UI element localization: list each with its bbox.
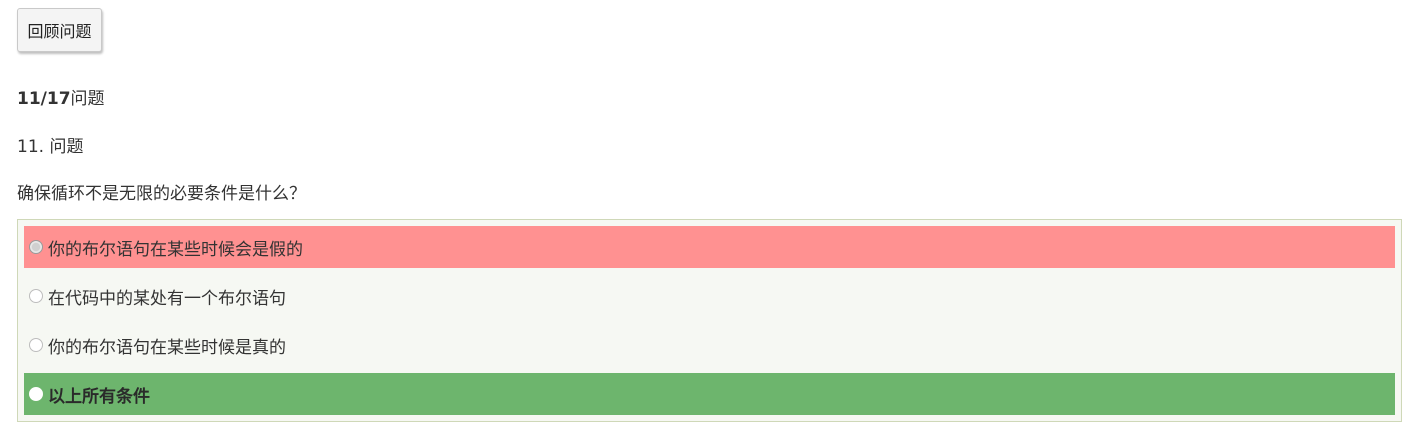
radio-button-icon[interactable] [29,240,43,254]
answer-option-1[interactable]: 你的布尔语句在某些时候会是假的 [24,226,1395,268]
quiz-page: 回顾问题 11/17问题 11. 问题 确保循环不是无限的必要条件是什么？ 你的… [0,0,1416,427]
answer-label: 你的布尔语句在某些时候会是假的 [48,239,303,260]
question-progress: 11/17问题 [17,84,105,109]
answer-options-panel: 你的布尔语句在某些时候会是假的 在代码中的某处有一个布尔语句 你的布尔语句在某些… [17,219,1402,422]
radio-button-icon[interactable] [29,289,43,303]
answer-label: 你的布尔语句在某些时候是真的 [48,337,286,358]
answer-label: 以上所有条件 [48,386,150,407]
progress-suffix: 问题 [70,89,105,109]
review-questions-button[interactable]: 回顾问题 [17,8,102,52]
answer-option-3[interactable]: 你的布尔语句在某些时候是真的 [24,324,1395,366]
radio-button-icon[interactable] [29,387,43,401]
question-text: 确保循环不是无限的必要条件是什么？ [17,184,306,204]
answer-option-2[interactable]: 在代码中的某处有一个布尔语句 [24,275,1395,317]
answer-option-4[interactable]: 以上所有条件 [24,373,1395,415]
progress-count: 11/17 [17,89,71,109]
radio-button-icon[interactable] [29,338,43,352]
answer-label: 在代码中的某处有一个布尔语句 [48,288,286,309]
question-number: 11. 问题 [17,137,84,157]
